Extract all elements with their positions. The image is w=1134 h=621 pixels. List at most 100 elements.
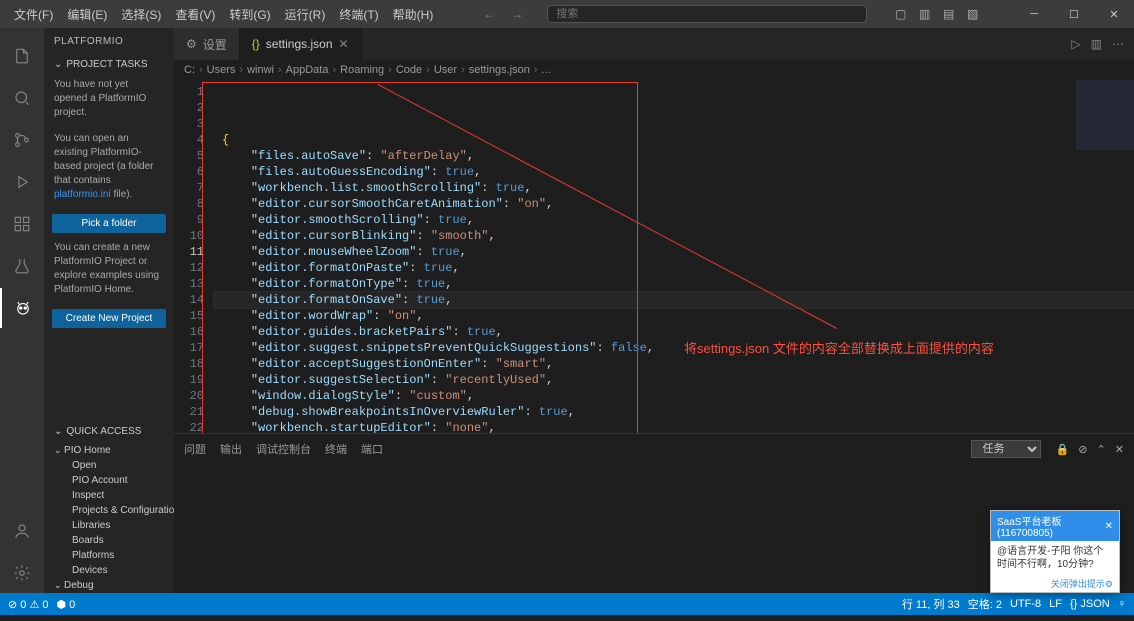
status-item[interactable]: ⬢ 0 [56,598,75,611]
status-item[interactable]: ⊘ 0 ⚠ 0 [8,598,48,611]
menu-item[interactable]: 帮助(H) [387,2,440,27]
tree-item[interactable]: Boards [44,533,174,548]
layout-icon[interactable]: ▥ [916,5,934,23]
menu-item[interactable]: 选择(S) [115,2,167,27]
breadcrumb[interactable]: C:›Users›winwi›AppData›Roaming›Code›User… [174,60,1134,80]
annotation-text: 将settings.json 文件的内容全部替换成上面提供的内容 [684,338,994,357]
status-item[interactable]: UTF-8 [1010,598,1041,610]
breadcrumb-item[interactable]: Code [396,64,422,76]
run-debug-icon[interactable] [0,162,44,202]
nav-controls: ← → [479,5,527,23]
tree-item[interactable]: Debug [44,578,174,593]
back-arrow-icon[interactable]: ← [479,5,499,23]
window-controls: ─ ☐ ✕ [1014,0,1134,28]
tree-item[interactable]: PIO Account [44,473,174,488]
more-icon[interactable]: ⋯ [1112,37,1124,51]
toast-footer[interactable]: 关闭弹出提示⚙ [991,575,1119,592]
account-icon[interactable] [0,511,44,551]
minimap[interactable] [1076,80,1134,180]
menu-item[interactable]: 编辑(E) [61,2,113,27]
breadcrumb-item[interactable]: Roaming [340,64,384,76]
menu-item[interactable]: 运行(R) [279,2,332,27]
json-icon: {} [252,37,260,51]
notification-toast[interactable]: SaaS平台老板(116700805)✕ @语言开发-子阳 你这个时间不行啊，1… [990,510,1120,593]
tree-item[interactable]: Projects & Configuration [44,503,174,518]
platformio-ini-link[interactable]: platformio.ini [54,189,111,200]
tab-settings[interactable]: ⚙设置 [174,28,240,60]
status-bar: ⊘ 0 ⚠ 0 ⬢ 0 行 11, 列 33 空格: 2 UTF-8 LF {} JSON… [0,593,1134,615]
tree-item[interactable]: PIO Home [44,443,174,458]
testing-icon[interactable] [0,246,44,286]
close-icon[interactable]: ✕ [339,37,349,51]
status-item[interactable]: {} JSON [1070,598,1110,610]
code-editor[interactable]: 1234567891011121314151617181920212223 ✎ … [174,80,1134,433]
maximize-button[interactable]: ☐ [1054,0,1094,28]
create-help-text: You can create a new PlatformIO Project … [44,237,174,305]
panel-tab[interactable]: 调试控制台 [256,444,311,456]
close-icon[interactable]: ✕ [1105,521,1113,532]
tree-item[interactable]: Open [44,458,174,473]
platformio-icon[interactable] [0,288,44,328]
quick-access-header[interactable]: ⌄QUICK ACCESS [44,422,174,441]
minimize-button[interactable]: ─ [1014,0,1054,28]
status-item[interactable]: 行 11, 列 33 [902,596,960,612]
close-panel-icon[interactable]: ✕ [1115,444,1124,456]
close-button[interactable]: ✕ [1094,0,1134,28]
menu-item[interactable]: 终端(T) [333,2,384,27]
toast-header: SaaS平台老板(116700805)✕ [991,511,1119,541]
pick-folder-button[interactable]: Pick a folder [52,214,166,233]
lock-icon[interactable]: 🔒 [1055,444,1069,456]
menu-bar: 文件(F)编辑(E)选择(S)查看(V)转到(G)运行(R)终端(T)帮助(H) [0,2,439,27]
gear-icon[interactable] [0,553,44,593]
project-tasks-header[interactable]: ⌄PROJECT TASKS [44,55,174,74]
search-icon[interactable] [0,78,44,118]
title-bar: 文件(F)编辑(E)选择(S)查看(V)转到(G)运行(R)终端(T)帮助(H)… [0,0,1134,28]
menu-item[interactable]: 查看(V) [169,2,221,27]
layout-icon[interactable]: ▢ [892,5,910,23]
breadcrumb-item[interactable]: Users [207,64,236,76]
tree-item[interactable]: Devices [44,563,174,578]
breadcrumb-item[interactable]: winwi [247,64,274,76]
source-control-icon[interactable] [0,120,44,160]
panel-tab[interactable]: 终端 [325,444,347,456]
command-search-input[interactable] [547,5,867,23]
layout-icon[interactable]: ▧ [964,5,982,23]
tree-item[interactable]: Libraries [44,518,174,533]
panel-tabs: 问题 输出 调试控制台 终端 端口 任务 🔒 ⊘ ⌃ ✕ [174,434,1134,464]
panel-tab[interactable]: 端口 [361,444,383,456]
panel-tab[interactable]: 输出 [220,444,242,456]
status-item[interactable]: 空格: 2 [968,596,1002,612]
breadcrumb-item[interactable]: ... [542,64,551,76]
fwd-arrow-icon[interactable]: → [507,5,527,23]
menu-item[interactable]: 文件(F) [8,2,59,27]
create-project-button[interactable]: Create New Project [52,309,166,328]
activity-bar [0,28,44,593]
code-content[interactable]: ✎ { "files.autoSave": "afterDelay", "fil… [214,80,1134,433]
layout-icon[interactable]: ▤ [940,5,958,23]
breadcrumb-item[interactable]: User [434,64,457,76]
gear-icon: ⚙ [186,37,197,51]
editor-tabs: ⚙设置 {}settings.json✕ ▷ ▥ ⋯ [174,28,1134,60]
chevron-up-icon[interactable]: ⌃ [1097,444,1106,456]
explorer-icon[interactable] [0,36,44,76]
side-panel: PLATFORMIO ⌄PROJECT TASKS You have not y… [44,28,174,593]
clear-icon[interactable]: ⊘ [1078,444,1087,456]
panel-tab[interactable]: 问题 [184,444,206,456]
open-existing-text: You can open an existing PlatformIO-base… [44,128,174,210]
menu-item[interactable]: 转到(G) [223,2,276,27]
split-icon[interactable]: ▥ [1091,37,1102,51]
task-dropdown[interactable]: 任务 [971,440,1041,458]
breadcrumb-item[interactable]: C: [184,64,195,76]
quick-access-tree: PIO HomeOpenPIO AccountInspectProjects &… [44,441,174,593]
tree-item[interactable]: Platforms [44,548,174,563]
breadcrumb-item[interactable]: settings.json [469,64,530,76]
run-icon[interactable]: ▷ [1071,37,1080,51]
status-item[interactable]: ♀ [1118,598,1126,610]
status-item[interactable]: LF [1049,598,1062,610]
toast-body: @语言开发-子阳 你这个时间不行啊，10分钟? [991,541,1119,575]
breadcrumb-item[interactable]: AppData [286,64,329,76]
extensions-icon[interactable] [0,204,44,244]
tree-item[interactable]: Inspect [44,488,174,503]
tab-settings-json[interactable]: {}settings.json✕ [240,28,362,60]
editor-area: ⚙设置 {}settings.json✕ ▷ ▥ ⋯ C:›Users›winw… [174,28,1134,593]
